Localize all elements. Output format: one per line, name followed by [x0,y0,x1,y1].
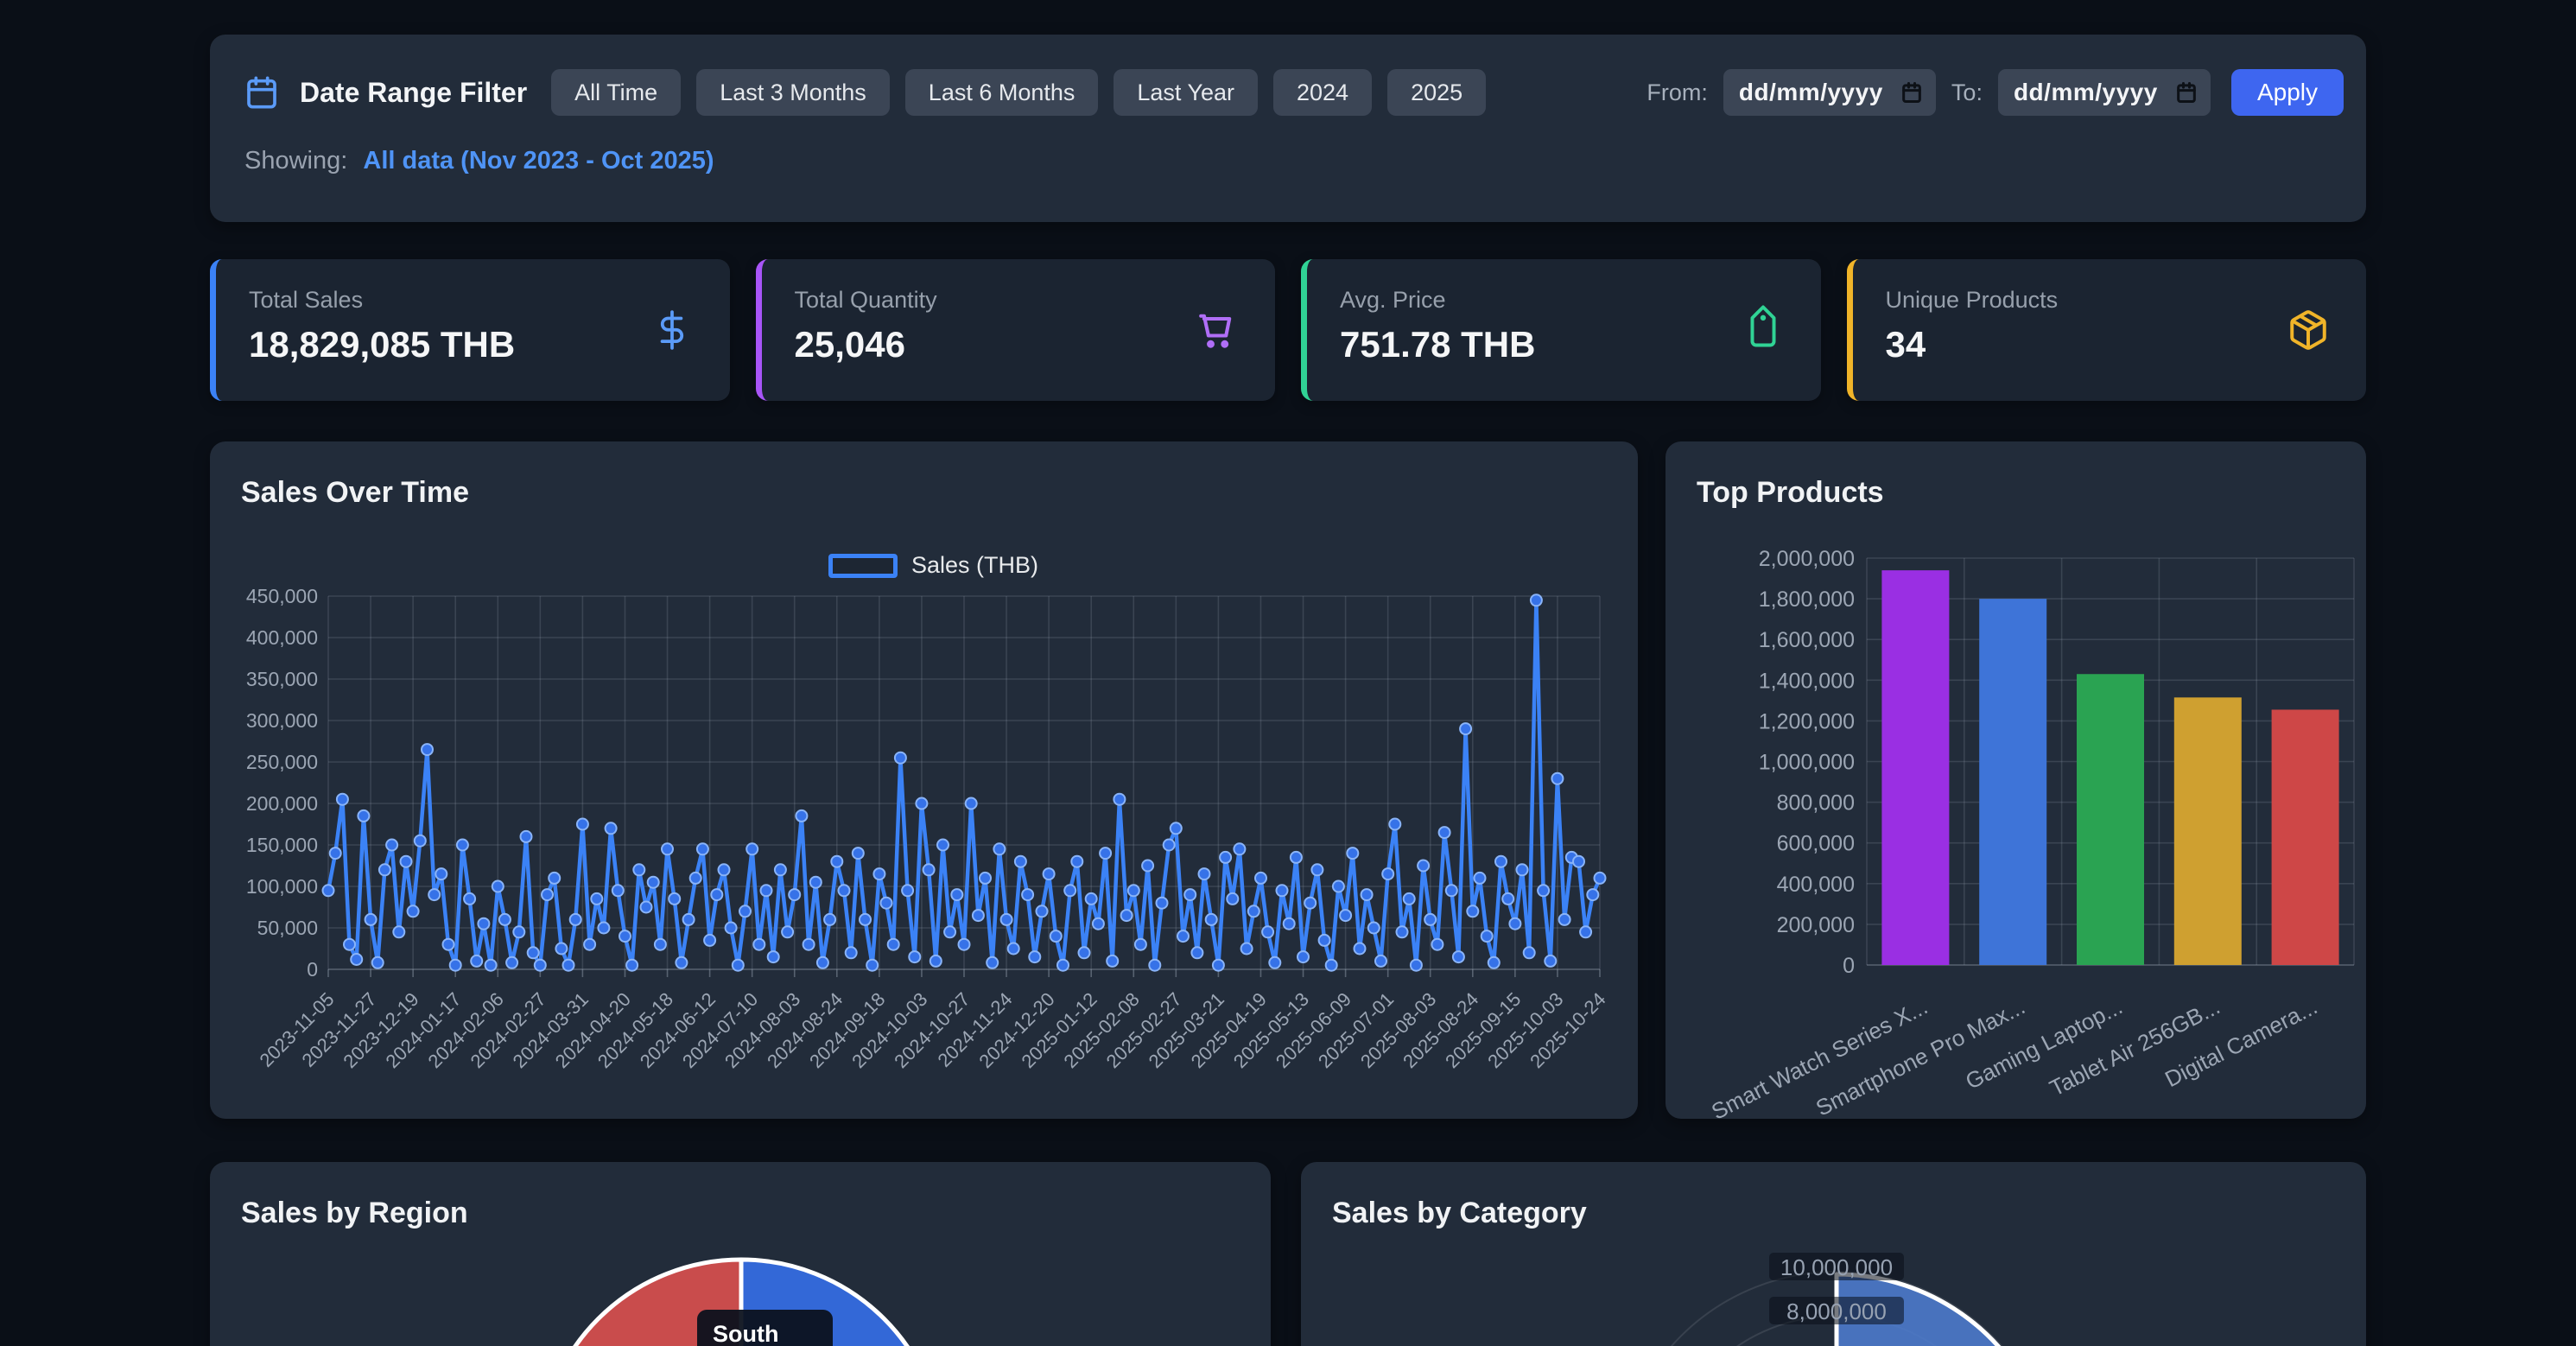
showing-row: Showing: All data (Nov 2023 - Oct 2025) [244,147,2344,175]
tooltip-title: South [713,1321,833,1346]
stat-label: Total Quantity [795,287,1241,314]
svg-text:400,000: 400,000 [1777,873,1855,897]
svg-text:1,000,000: 1,000,000 [1759,751,1855,775]
top-products-panel: Top Products 0200,000400,000600,000800,0… [1666,441,2366,1119]
svg-text:1,200,000: 1,200,000 [1759,709,1855,733]
filter-title: Date Range Filter [300,77,527,109]
stat-value: 18,829,085 THB [249,324,695,365]
calendar-picker-icon[interactable] [2174,80,2198,105]
filter-row: Date Range Filter All Time Last 3 Months… [244,69,2344,116]
svg-text:0: 0 [1843,954,1855,978]
preset-all-time-button[interactable]: All Time [551,69,681,116]
preset-2024-button[interactable]: 2024 [1273,69,1372,116]
svg-text:0: 0 [307,958,318,981]
calendar-picker-icon[interactable] [1900,80,1924,105]
svg-text:1,400,000: 1,400,000 [1759,669,1855,693]
from-date-input[interactable]: dd/mm/yyyy [1723,69,1936,116]
stat-value: 751.78 THB [1340,324,1786,365]
stat-value: 25,046 [795,324,1241,365]
svg-text:150,000: 150,000 [246,834,318,856]
stat-card-unique-products: Unique Products 34 [1847,259,2367,401]
sales-by-category-chart[interactable]: 10,000,000 8,000,000 [1301,1162,2366,1346]
date-range-filter-panel: Date Range Filter All Time Last 3 Months… [210,35,2366,222]
calendar-icon [244,75,279,110]
to-date-input[interactable]: dd/mm/yyyy [1998,69,2211,116]
stat-label: Total Sales [249,287,695,314]
dashboard-page: Date Range Filter All Time Last 3 Months… [0,0,2576,1346]
stat-card-avg-price: Avg. Price 751.78 THB [1301,259,1821,401]
to-label: To: [1951,79,1983,106]
package-icon [2287,308,2330,352]
top-products-chart[interactable]: 0 200,000 400,000 600,000 800,000 1,000,000 1,… [1666,441,2366,1119]
showing-label: Showing: [244,147,347,175]
sales-over-time-chart[interactable]: 0 50,000 100,000 150,000 200,000 250,000 300,0… [210,441,1638,1119]
svg-text:600,000: 600,000 [1777,832,1855,856]
svg-text:100,000: 100,000 [246,875,318,898]
svg-text:200,000: 200,000 [246,792,318,815]
dollar-icon [650,308,694,352]
apply-button[interactable]: Apply [2231,69,2344,116]
svg-text:1,800,000: 1,800,000 [1759,587,1855,612]
svg-text:200,000: 200,000 [1777,913,1855,937]
svg-text:800,000: 800,000 [1777,791,1855,816]
sales-over-time-panel: Sales Over Time Sales (THB) 050,000100,0… [210,441,1638,1119]
showing-value: All data (Nov 2023 - Oct 2025) [363,147,714,175]
preset-2025-button[interactable]: 2025 [1387,69,1486,116]
preset-last-year-button[interactable]: Last Year [1114,69,1258,116]
svg-text:8,000,000: 8,000,000 [1786,1298,1887,1324]
preset-last-3-months-button[interactable]: Last 3 Months [696,69,890,116]
to-date-placeholder: dd/mm/yyyy [2014,79,2158,106]
stat-value: 34 [1886,324,2332,365]
svg-text:350,000: 350,000 [246,668,318,690]
preset-last-6-months-button[interactable]: Last 6 Months [905,69,1099,116]
from-date-placeholder: dd/mm/yyyy [1739,79,1883,106]
sales-by-category-panel: Sales by Category 10,000,0008,000,000 [1301,1162,2366,1346]
stat-label: Avg. Price [1340,287,1786,314]
svg-text:2,000,000: 2,000,000 [1759,547,1855,571]
svg-text:10,000,000: 10,000,000 [1780,1254,1893,1280]
from-label: From: [1646,79,1708,106]
svg-text:250,000: 250,000 [246,751,318,773]
cart-icon [1194,308,1239,352]
stats-row: Total Sales 18,829,085 THB Total Quantit… [210,259,2366,401]
svg-text:450,000: 450,000 [246,585,318,607]
chart-tooltip: South [697,1310,833,1346]
svg-text:300,000: 300,000 [246,709,318,732]
svg-text:50,000: 50,000 [257,917,318,939]
stat-card-total-quantity: Total Quantity 25,046 [756,259,1276,401]
svg-text:400,000: 400,000 [246,626,318,649]
sales-by-region-panel: Sales by Region South [210,1162,1271,1346]
stat-label: Unique Products [1886,287,2332,314]
stat-card-total-sales: Total Sales 18,829,085 THB [210,259,730,401]
svg-text:Tablet Air 256GB...: Tablet Air 256GB... [2046,994,2224,1102]
svg-text:1,600,000: 1,600,000 [1759,628,1855,652]
